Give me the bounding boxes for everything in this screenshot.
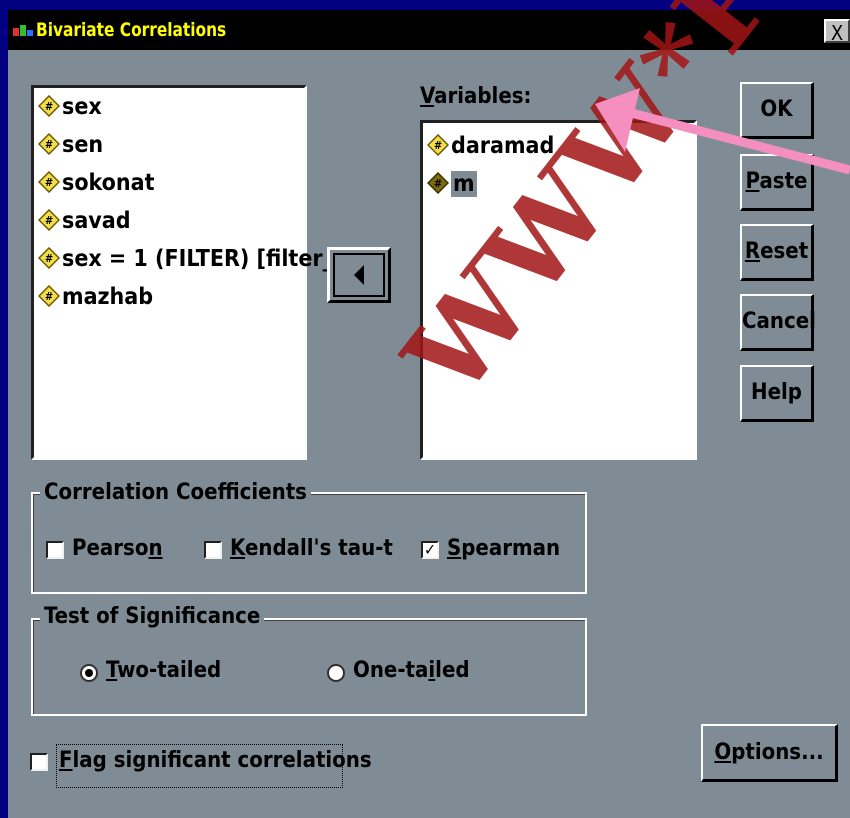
left-arrow-icon [354, 265, 364, 285]
source-variable-list[interactable]: # sex # sen # sokonat # savad # sex = 1 (FILT… [31, 85, 333, 460]
svg-text:#: # [45, 252, 53, 265]
spearman-label[interactable]: Spearman [447, 536, 560, 561]
svg-text:#: # [434, 177, 442, 190]
variables-label: Variables: [420, 84, 532, 109]
one-tailed-radio[interactable] [327, 664, 345, 682]
kendall-label[interactable]: Kendall's tau-t [230, 536, 393, 561]
pearson-checkbox[interactable] [46, 541, 64, 559]
list-item-label: daramad [451, 133, 555, 159]
list-item[interactable]: # sokonat [38, 167, 154, 199]
help-button[interactable]: Help [740, 365, 814, 422]
one-tailed-label[interactable]: One-tailed [353, 658, 470, 683]
list-item-label: savad [62, 208, 131, 234]
numeric-variable-icon: # [38, 170, 60, 193]
list-item-selected[interactable]: # m [427, 168, 477, 200]
options-button[interactable]: Options... [701, 724, 838, 782]
numeric-variable-icon: # [38, 94, 60, 117]
numeric-variable-icon: # [38, 246, 60, 269]
list-item[interactable]: # savad [38, 205, 131, 237]
numeric-variable-icon: # [427, 133, 449, 156]
flag-significant-label[interactable]: Flag significant correlations [59, 748, 372, 773]
variables-list[interactable]: # daramad # m [420, 120, 697, 460]
reset-button[interactable]: Reset [740, 224, 814, 281]
list-item[interactable]: # sen [38, 129, 103, 161]
list-item-label: sex [62, 94, 102, 120]
svg-text:#: # [45, 100, 53, 113]
svg-text:#: # [434, 139, 442, 152]
kendall-checkbox[interactable] [204, 541, 222, 559]
svg-text:#: # [45, 176, 53, 189]
correlation-coefficients-title: Correlation Coefficients [40, 480, 311, 505]
numeric-variable-icon: # [38, 284, 60, 307]
svg-text:#: # [45, 214, 53, 227]
list-item[interactable]: # sex [38, 91, 102, 123]
two-tailed-radio[interactable] [80, 664, 98, 682]
list-item-label: m [451, 171, 477, 197]
numeric-variable-icon: # [38, 132, 60, 155]
list-item[interactable]: # mazhab [38, 281, 153, 313]
svg-text:#: # [45, 290, 53, 303]
numeric-variable-icon: # [38, 208, 60, 231]
test-of-significance-title: Test of Significance [40, 604, 265, 629]
list-item-label: sokonat [62, 170, 155, 196]
list-item[interactable]: # sex = 1 (FILTER) [filter_ [38, 243, 333, 275]
cancel-button[interactable]: Cancel [740, 294, 816, 351]
close-button[interactable]: X [824, 19, 850, 45]
app-icon [13, 25, 33, 36]
numeric-variable-icon: # [427, 171, 449, 194]
flag-significant-checkbox[interactable] [30, 753, 48, 771]
move-variable-button[interactable] [327, 247, 391, 303]
ok-button[interactable]: OK [740, 82, 814, 139]
title-bar[interactable]: Bivariate Correlations X [8, 10, 850, 50]
list-item-label: mazhab [62, 284, 154, 310]
list-item-label: sex = 1 (FILTER) [filter_ [62, 246, 333, 272]
window-title: Bivariate Correlations [36, 19, 227, 41]
bivariate-correlations-dialog: Bivariate Correlations X # sex # sen # soko… [8, 10, 850, 818]
list-item[interactable]: # daramad [427, 130, 554, 162]
pearson-label[interactable]: Pearson [72, 536, 163, 561]
two-tailed-label[interactable]: Two-tailed [106, 658, 221, 683]
svg-text:#: # [45, 138, 53, 151]
list-item-label: sen [62, 132, 104, 158]
paste-button[interactable]: Paste [740, 154, 814, 211]
spearman-checkbox[interactable]: ✓ [421, 541, 439, 559]
